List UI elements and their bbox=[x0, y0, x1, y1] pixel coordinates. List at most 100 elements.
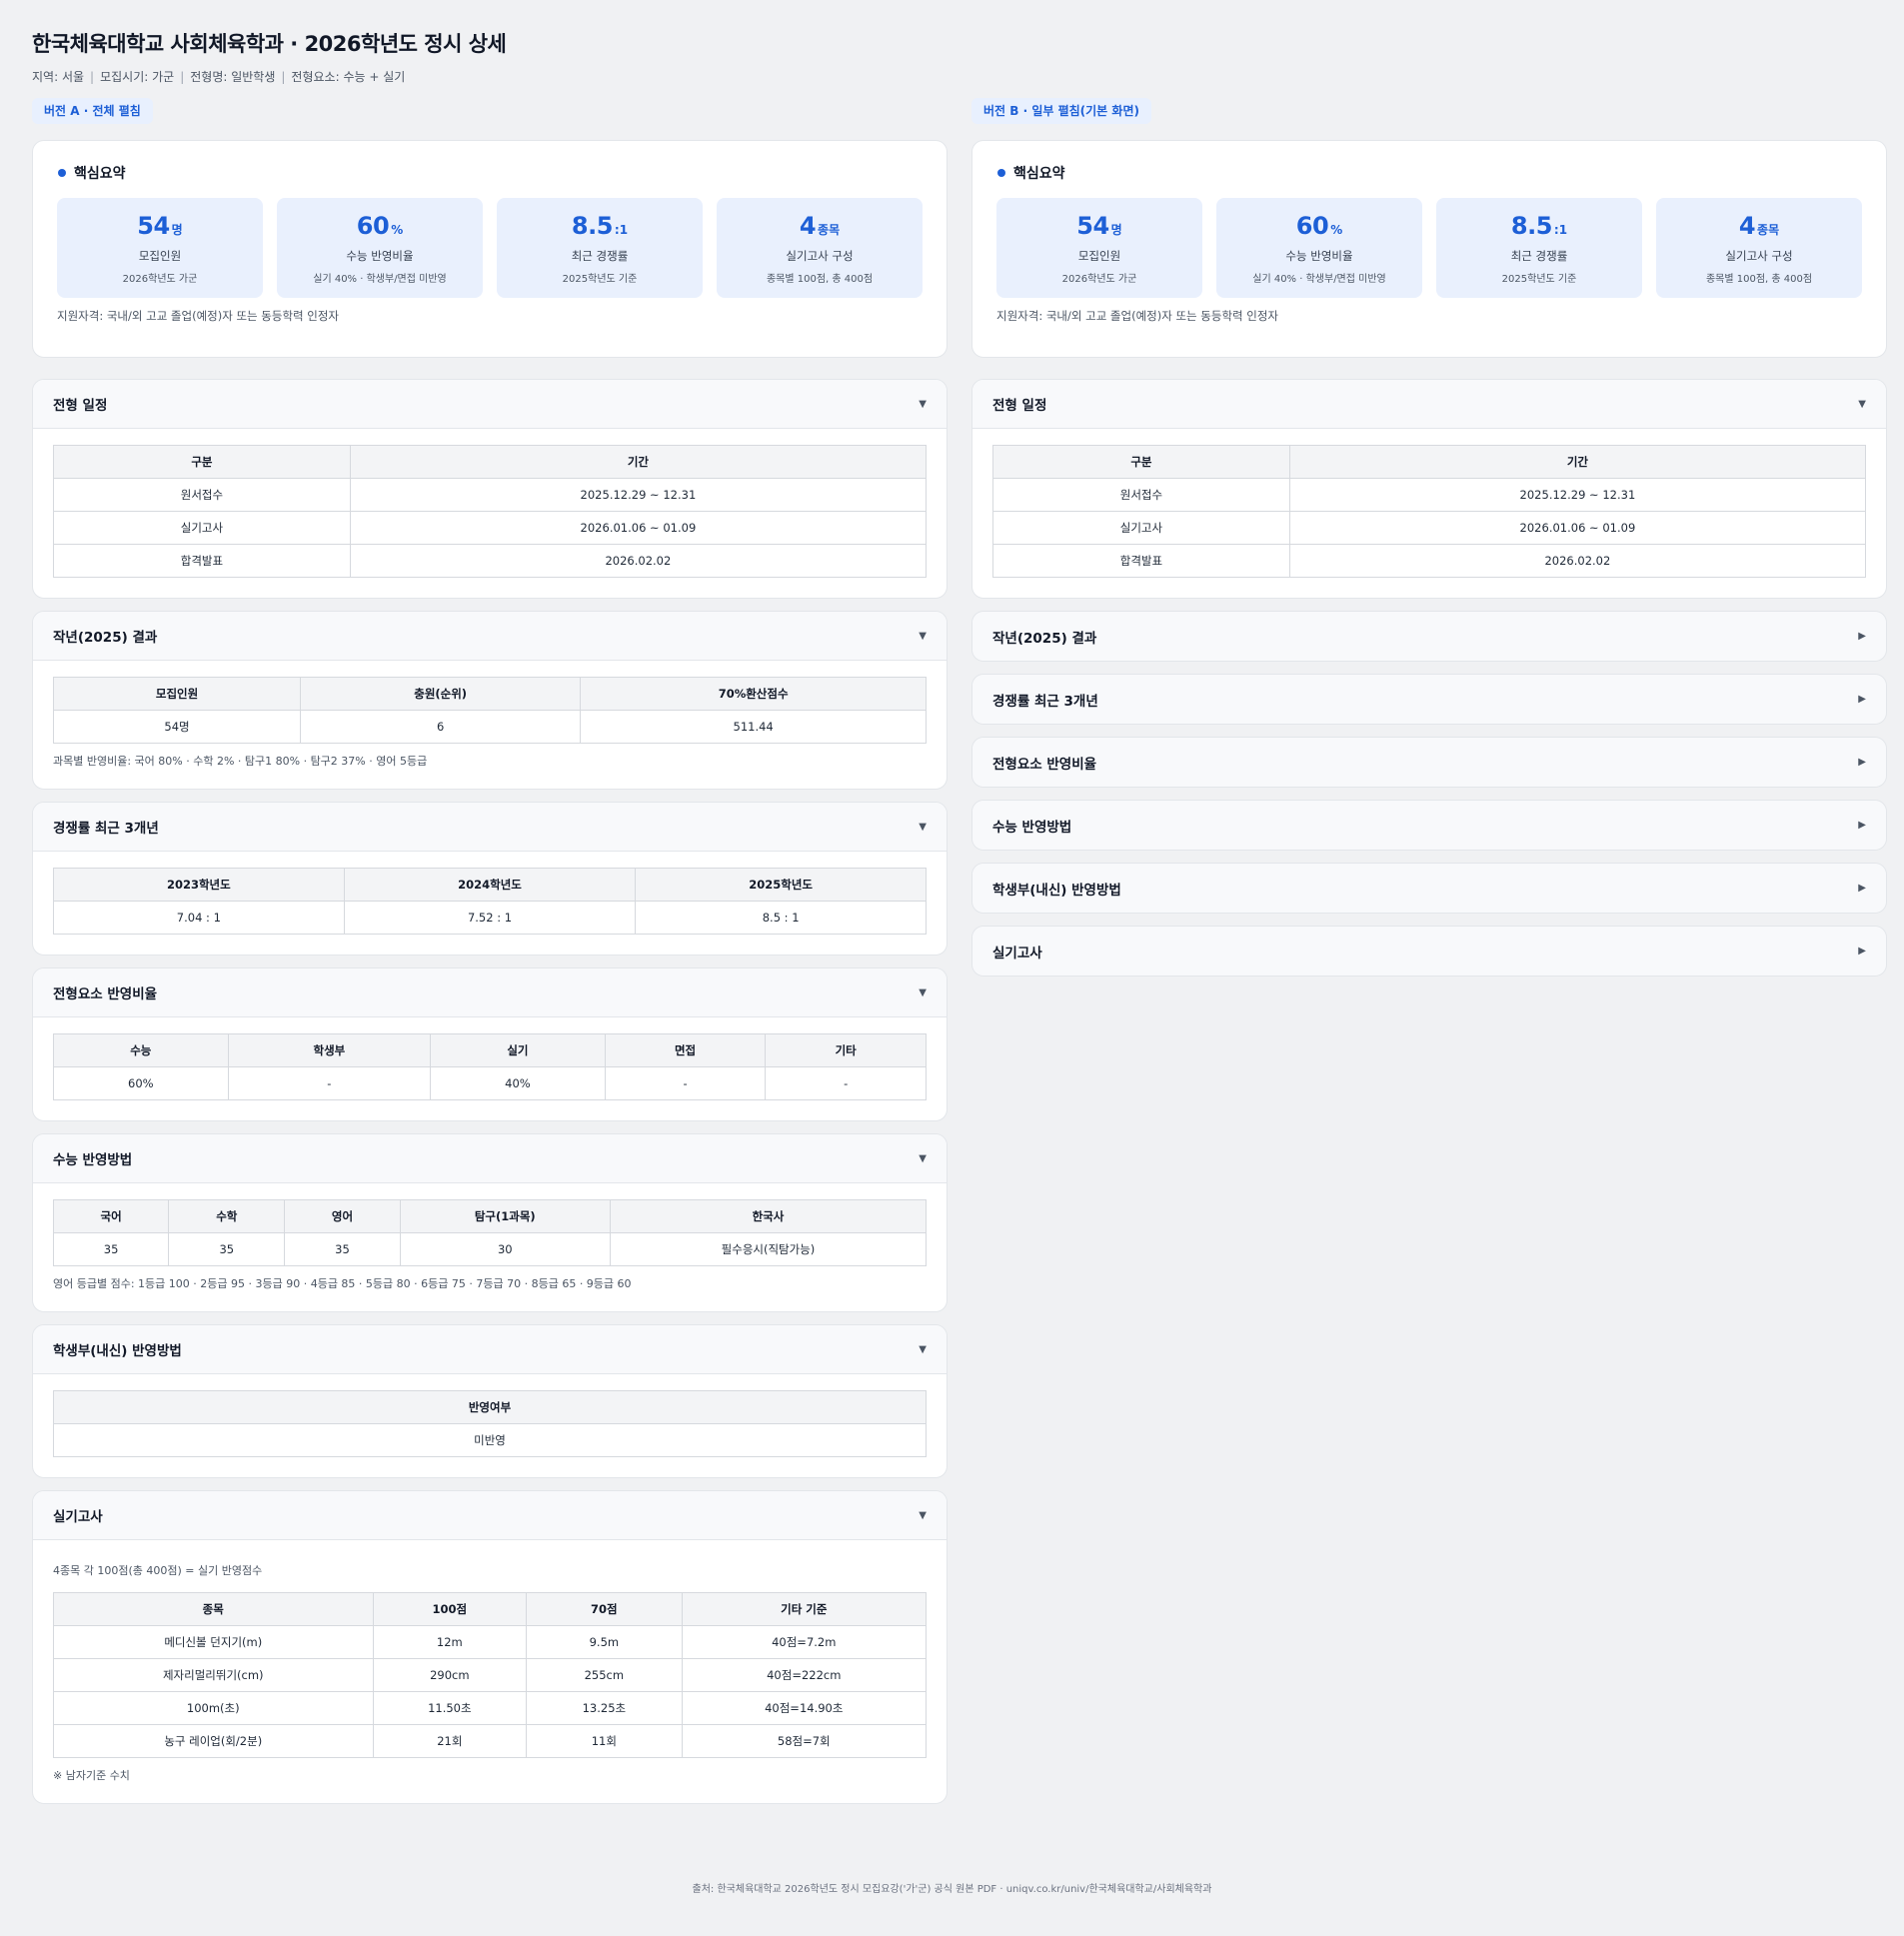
caret-down-icon[interactable]: ▼ bbox=[919, 631, 927, 642]
section-body-ratio: 수능 학생부 실기 면접 기타 60% -40% - - bbox=[33, 1017, 947, 1120]
stat-value: 60% bbox=[277, 212, 483, 240]
table-cell: 농구 레이업(회/2분) bbox=[53, 1724, 374, 1758]
caret-down-icon[interactable]: ▼ bbox=[919, 1344, 927, 1355]
stat-unit: :1 bbox=[1553, 223, 1568, 237]
table-cell: 메디신볼 던지기(m) bbox=[53, 1625, 374, 1659]
table-cell: 2025.12.29 ~ 12.31 bbox=[1288, 478, 1867, 512]
section-header-result[interactable]: 작년(2025) 결과 ▼ bbox=[33, 612, 947, 661]
section-title: 실기고사 bbox=[53, 1509, 103, 1525]
table-cell: 2026.02.02 bbox=[1288, 544, 1867, 578]
section-header-suneung[interactable]: 수능 반영방법 ▼ bbox=[33, 1134, 947, 1183]
stat-number: 4 bbox=[799, 212, 817, 240]
summary-note: 지원자격: 국내/외 고교 졸업(예정)자 또는 동등학력 인정자 bbox=[996, 309, 1278, 323]
section-body-schedule: 구분 기간 원서접수 2025.12.29 ~ 12.31 실기고사 2026.01.06… bbox=[33, 429, 947, 598]
caret-down-icon[interactable]: ▼ bbox=[919, 399, 927, 410]
section-header-competition[interactable]: 경쟁률 최근 3개년 ▶ bbox=[972, 675, 1886, 724]
table-cell: 실기고사 bbox=[992, 511, 1290, 545]
version-a-column: 버전 A · 전체 펼침 핵심요약 54 명 모집인원 2026학년도 가군 60% 수능… bbox=[32, 98, 948, 1804]
section-title: 전형 일정 bbox=[53, 398, 108, 414]
section-header-ratio[interactable]: 전형요소 반영비율 ▶ bbox=[972, 738, 1886, 787]
section-header-result[interactable]: 작년(2025) 결과 ▶ bbox=[972, 612, 1886, 661]
table-cell: 35 bbox=[168, 1232, 286, 1266]
section-header-practical[interactable]: 실기고사 ▼ bbox=[33, 1491, 947, 1540]
stat-unit: 종목 bbox=[1757, 223, 1780, 237]
column-header: 한국사 bbox=[609, 1199, 928, 1233]
table-cell: 9.5m bbox=[526, 1625, 683, 1659]
stat-number: 54 bbox=[137, 212, 170, 240]
column-header: 기간 bbox=[349, 445, 928, 479]
caret-down-icon[interactable]: ▼ bbox=[919, 1510, 927, 1521]
section-suneung: 수능 반영방법 ▶ bbox=[971, 800, 1887, 851]
table-competition: 2023학년도 2024학년도 2025학년도 7.04 : 1 7.52 : 1 8.5… bbox=[53, 868, 927, 935]
section-header-record[interactable]: 학생부(내신) 반영방법 ▶ bbox=[972, 864, 1886, 913]
section-title: 전형 일정 bbox=[992, 398, 1047, 414]
section-title: 전형요소 반영비율 bbox=[992, 756, 1097, 773]
column-header: 기타 기준 bbox=[681, 1592, 928, 1626]
section-note: 영어 등급별 점수: 1등급 100 · 2등급 95 · 3등급 90 · 4… bbox=[53, 1277, 632, 1290]
table-row: 100m(초) 11.50초 13.25초 40점=14.90초 bbox=[53, 1691, 928, 1725]
table-cell: 35 bbox=[52, 1232, 170, 1266]
stat-label: 실기고사 구성 bbox=[1725, 249, 1793, 263]
section-header-suneung[interactable]: 수능 반영방법 ▶ bbox=[972, 801, 1886, 850]
stat-sub: 2025학년도 기준 bbox=[562, 274, 638, 285]
table-cell: 원서접수 bbox=[53, 478, 351, 512]
stat-value: 60% bbox=[1216, 212, 1422, 240]
stat-label: 최근 경쟁률 bbox=[571, 249, 629, 263]
section-title: 학생부(내신) 반영방법 bbox=[53, 1343, 182, 1359]
stat-unit: :1 bbox=[614, 223, 629, 237]
stat-tile: 8.5:1 최근 경쟁률 2025학년도 기준 bbox=[497, 198, 703, 298]
table-cell: 2026.01.06 ~ 01.09 bbox=[349, 511, 928, 545]
caret-right-icon[interactable]: ▶ bbox=[1858, 757, 1866, 768]
table-cell: 원서접수 bbox=[992, 478, 1290, 512]
stat-value: 8.5:1 bbox=[1436, 212, 1642, 240]
table-cell: 290cm bbox=[372, 1658, 528, 1692]
table-header-row: 2023학년도 2024학년도 2025학년도 bbox=[53, 868, 927, 902]
section-header-ratio[interactable]: 전형요소 반영비율 ▼ bbox=[33, 968, 947, 1017]
caret-down-icon[interactable]: ▼ bbox=[919, 1153, 927, 1164]
section-result: 작년(2025) 결과 ▼ 모집인원 충원(순위) 70%환산점수 54명 6 511.44 과… bbox=[32, 611, 948, 790]
stat-unit: 종목 bbox=[818, 223, 841, 237]
column-header: 수능 bbox=[53, 1033, 229, 1067]
stat-tile: 54 명 모집인원 2026학년도 가군 bbox=[996, 198, 1202, 298]
section-body-record: 반영여부 미반영 bbox=[33, 1374, 947, 1477]
stat-label: 모집인원 bbox=[1077, 249, 1121, 263]
summary-card: 핵심요약 54 명 모집인원 2026학년도 가군 60% 수능 반영비율 실기 40% ·… bbox=[32, 140, 948, 358]
summary-heading: 핵심요약 bbox=[996, 163, 1862, 183]
section-practical: 실기고사 ▼ 4종목 각 100점(총 400점) = 실기 반영점수 종목 100점 7… bbox=[32, 1490, 948, 1804]
section-header-schedule[interactable]: 전형 일정 ▼ bbox=[972, 380, 1886, 429]
column-header: 영어 bbox=[284, 1199, 401, 1233]
table-row: 농구 레이업(회/2분) 21회 11회 58점=7회 bbox=[53, 1724, 928, 1758]
caret-down-icon[interactable]: ▼ bbox=[919, 987, 927, 998]
caret-right-icon[interactable]: ▶ bbox=[1858, 883, 1866, 894]
column-header: 기타 bbox=[765, 1033, 927, 1067]
caret-right-icon[interactable]: ▶ bbox=[1858, 631, 1866, 642]
section-header-schedule[interactable]: 전형 일정 ▼ bbox=[33, 380, 947, 429]
section-header-record[interactable]: 학생부(내신) 반영방법 ▼ bbox=[33, 1325, 947, 1374]
section-header-competition[interactable]: 경쟁률 최근 3개년 ▼ bbox=[33, 803, 947, 852]
column-header: 70%환산점수 bbox=[580, 677, 927, 711]
caret-right-icon[interactable]: ▶ bbox=[1858, 820, 1866, 831]
stat-tile: 60% 수능 반영비율 실기 40% · 학생부/면접 미반영 bbox=[277, 198, 483, 298]
table-cell: 60% bbox=[53, 1066, 229, 1100]
stat-value: 8.5:1 bbox=[497, 212, 703, 240]
column-header: 충원(순위) bbox=[300, 677, 582, 711]
stat-number: 8.5 bbox=[1510, 212, 1553, 240]
stat-label: 모집인원 bbox=[138, 249, 182, 263]
table-cell: 6 bbox=[300, 710, 582, 744]
version-b-column: 버전 B · 일부 펼침(기본 화면) 핵심요약 54 명 모집인원 2026학년도 … bbox=[971, 98, 1887, 976]
table-cell: 13.25초 bbox=[526, 1691, 683, 1725]
caret-down-icon[interactable]: ▼ bbox=[1858, 399, 1866, 410]
stat-label: 최근 경쟁률 bbox=[1510, 249, 1568, 263]
table-cell: - bbox=[765, 1066, 927, 1100]
table-cell: 8.5 : 1 bbox=[635, 901, 927, 935]
section-body-schedule: 구분 기간 원서접수 2025.12.29 ~ 12.31 실기고사 2026.01.06… bbox=[972, 429, 1886, 598]
section-header-practical[interactable]: 실기고사 ▶ bbox=[972, 927, 1886, 975]
caret-down-icon[interactable]: ▼ bbox=[919, 822, 927, 833]
table-row: 합격발표 2026.02.02 bbox=[53, 544, 928, 578]
column-header: 실기 bbox=[430, 1033, 606, 1067]
caret-right-icon[interactable]: ▶ bbox=[1858, 946, 1866, 957]
table-cell: 11회 bbox=[526, 1724, 683, 1758]
table-cell: 255cm bbox=[526, 1658, 683, 1692]
caret-right-icon[interactable]: ▶ bbox=[1858, 694, 1866, 705]
table-row: 원서접수 2025.12.29 ~ 12.31 bbox=[992, 478, 1867, 512]
